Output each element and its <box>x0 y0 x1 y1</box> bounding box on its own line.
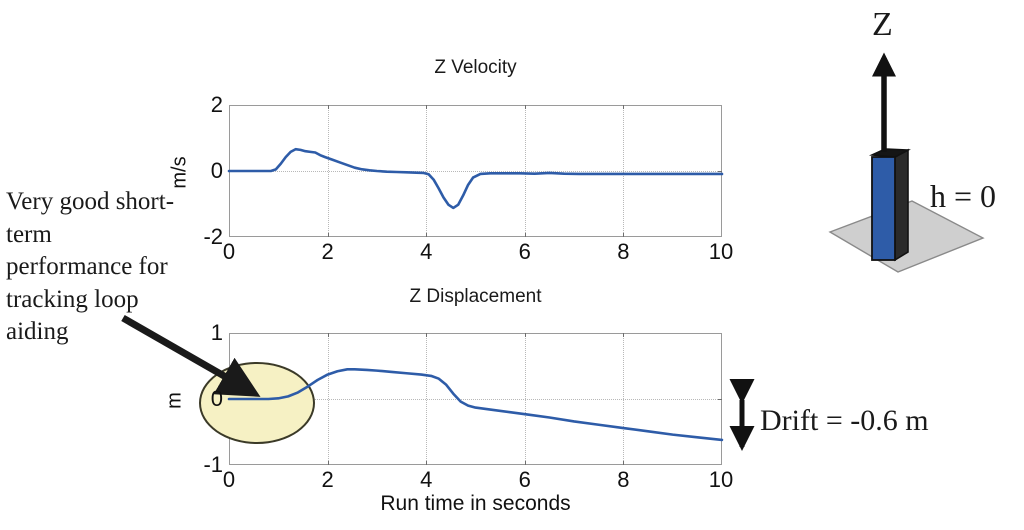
xtick-label: 6 <box>518 467 531 492</box>
box-side-face <box>894 148 909 262</box>
annotation-short-term-note: Very good short-term performance for tra… <box>6 188 175 345</box>
h-equals-zero-label: h = 0 <box>930 178 997 214</box>
xlabel-run-time: Run time in seconds <box>380 492 571 515</box>
figure-canvas: Z Velocity 2 0 -2 0 2 4 6 8 10 m/s Z Dis… <box>0 0 1024 530</box>
box-front-face <box>871 156 896 261</box>
ytick-label-mid: 0 <box>210 386 223 411</box>
xtick-label: 4 <box>420 467 433 492</box>
xtick-label: 2 <box>321 467 334 492</box>
xtick-label: 10 <box>708 467 734 492</box>
xtick-label: 0 <box>222 467 236 492</box>
z-axis-label: Z <box>872 6 893 43</box>
drift-annotation-label: Drift = -0.6 m <box>760 404 929 437</box>
xtick-label: 8 <box>617 467 630 492</box>
ytick-label-top: 1 <box>210 320 223 345</box>
